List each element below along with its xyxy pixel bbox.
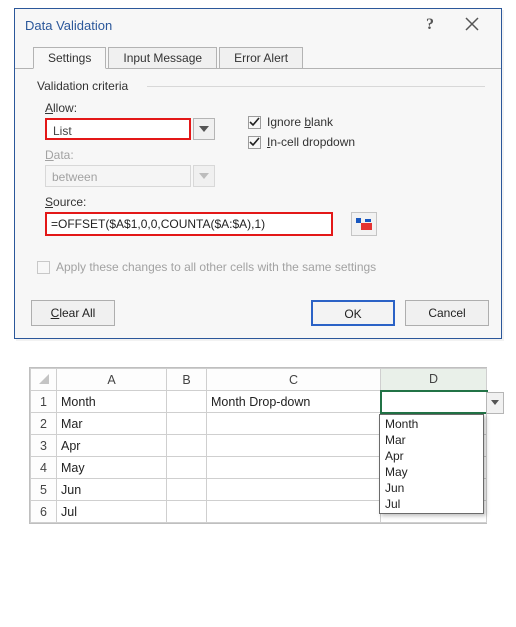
dropdown-list[interactable]: Month Mar Apr May Jun Jul — [379, 414, 484, 514]
data-value: between — [45, 165, 191, 187]
row-header[interactable]: 5 — [31, 479, 57, 501]
close-icon — [465, 17, 479, 31]
tab-strip: Settings Input Message Error Alert — [15, 42, 501, 69]
cell-dropdown-button[interactable] — [486, 392, 504, 414]
tab-error-alert[interactable]: Error Alert — [219, 47, 303, 69]
cell-a1[interactable]: Month — [57, 391, 167, 413]
col-header-a[interactable]: A — [57, 369, 167, 391]
select-all-icon — [39, 374, 49, 384]
dropdown-option[interactable]: Jul — [380, 496, 483, 512]
ignore-blank-checkbox[interactable]: Ignore blank — [248, 115, 355, 129]
cell[interactable] — [207, 413, 381, 435]
dropdown-option[interactable]: Apr — [380, 448, 483, 464]
range-selector-icon — [356, 218, 372, 230]
col-header-d[interactable]: D — [381, 369, 487, 391]
incell-dropdown-label: In-cell dropdown — [267, 135, 355, 149]
cell[interactable]: Jun — [57, 479, 167, 501]
row-header[interactable]: 2 — [31, 413, 57, 435]
data-validation-dialog: Data Validation ? Settings Input Message… — [14, 8, 502, 339]
chevron-down-icon — [199, 173, 209, 179]
data-label: Data: — [45, 148, 242, 162]
dialog-title: Data Validation — [25, 18, 112, 33]
chevron-down-icon — [199, 126, 209, 132]
data-dropdown-button — [193, 165, 215, 187]
tab-settings[interactable]: Settings — [33, 47, 106, 69]
dropdown-option[interactable]: Month — [380, 416, 483, 432]
range-selector-button[interactable] — [351, 212, 377, 236]
cell[interactable] — [167, 479, 207, 501]
cell[interactable] — [167, 501, 207, 523]
cell[interactable] — [167, 457, 207, 479]
cell[interactable]: May — [57, 457, 167, 479]
tab-input-message[interactable]: Input Message — [108, 47, 217, 69]
cell-d1-active[interactable] — [381, 391, 487, 413]
incell-dropdown-checkbox[interactable]: In-cell dropdown — [248, 135, 355, 149]
allow-label: Allow: — [45, 101, 242, 115]
cell[interactable] — [207, 457, 381, 479]
data-combo: between — [45, 165, 215, 187]
apply-all-checkbox: Apply these changes to all other cells w… — [37, 260, 485, 274]
cell[interactable] — [207, 435, 381, 457]
row-header[interactable]: 6 — [31, 501, 57, 523]
dropdown-option[interactable]: May — [380, 464, 483, 480]
cell-b1[interactable] — [167, 391, 207, 413]
cell[interactable]: Apr — [57, 435, 167, 457]
cell[interactable] — [167, 435, 207, 457]
help-button[interactable]: ? — [409, 16, 451, 34]
ok-button[interactable]: OK — [311, 300, 395, 326]
cell[interactable] — [207, 479, 381, 501]
row-header[interactable]: 3 — [31, 435, 57, 457]
col-header-c[interactable]: C — [207, 369, 381, 391]
cell-c1[interactable]: Month Drop-down — [207, 391, 381, 413]
dropdown-option[interactable]: Jun — [380, 480, 483, 496]
row-header[interactable]: 4 — [31, 457, 57, 479]
col-header-b[interactable]: B — [167, 369, 207, 391]
checkbox-box — [248, 136, 261, 149]
spreadsheet[interactable]: A B C D 1 Month Month Drop-down 2Mar 3Ap… — [29, 367, 487, 524]
select-all-corner[interactable] — [31, 369, 57, 391]
allow-combo[interactable]: List — [45, 118, 215, 140]
check-icon — [249, 117, 260, 128]
dialog-titlebar[interactable]: Data Validation ? — [15, 9, 501, 42]
chevron-down-icon — [491, 400, 499, 405]
cell[interactable] — [207, 501, 381, 523]
clear-all-button[interactable]: Clear All — [31, 300, 115, 326]
source-label: Source: — [45, 195, 485, 209]
cancel-button[interactable]: Cancel — [405, 300, 489, 326]
allow-value: List — [45, 118, 191, 140]
ignore-blank-label: Ignore blank — [267, 115, 333, 129]
apply-all-label: Apply these changes to all other cells w… — [56, 260, 376, 274]
source-input[interactable]: =OFFSET($A$1,0,0,COUNTA($A:$A),1) — [45, 212, 333, 236]
close-button[interactable] — [451, 17, 493, 34]
check-icon — [249, 137, 260, 148]
dialog-button-row: Clear All OK Cancel — [15, 294, 501, 338]
validation-criteria-legend: Validation criteria — [37, 79, 485, 93]
row-header[interactable]: 1 — [31, 391, 57, 413]
cell[interactable]: Jul — [57, 501, 167, 523]
cell[interactable]: Mar — [57, 413, 167, 435]
cell[interactable] — [167, 413, 207, 435]
checkbox-box — [248, 116, 261, 129]
dropdown-option[interactable]: Mar — [380, 432, 483, 448]
allow-dropdown-button[interactable] — [193, 118, 215, 140]
checkbox-box — [37, 261, 50, 274]
